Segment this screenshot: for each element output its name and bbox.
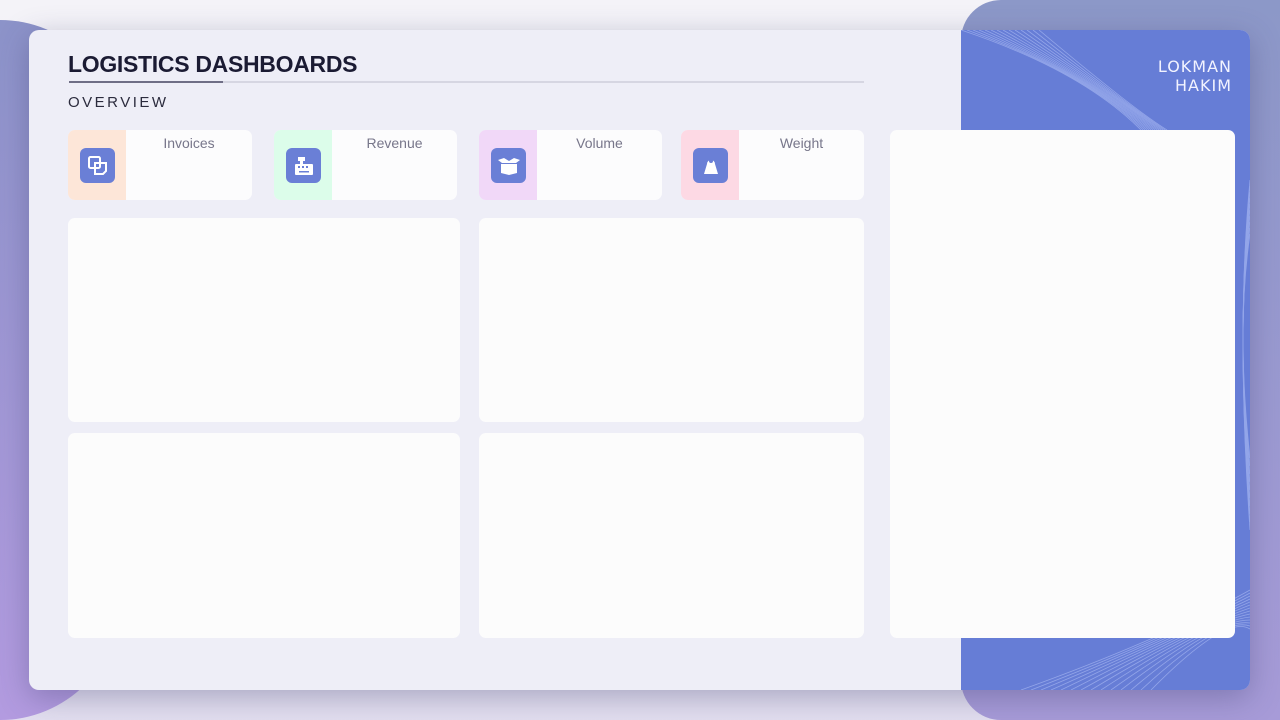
brand-line-2: HAKIM xyxy=(1175,76,1232,95)
kpi-label: Weight xyxy=(779,135,824,151)
kpi-label: Revenue xyxy=(366,135,423,151)
kpi-label: Invoices xyxy=(163,135,215,151)
chart-panel-4 xyxy=(479,433,864,638)
side-panel xyxy=(890,130,1235,638)
chart-panel-2 xyxy=(479,218,864,422)
chart-panel-3 xyxy=(68,433,460,638)
section-subtitle: OVERVIEW xyxy=(68,94,169,111)
invoice-copy-icon xyxy=(80,148,115,183)
weight-icon xyxy=(693,148,728,183)
chart-panel-1 xyxy=(68,218,460,422)
kpi-card-invoices[interactable]: Invoices xyxy=(68,130,252,200)
kpi-card-volume[interactable]: Volume xyxy=(479,130,662,200)
cash-register-icon xyxy=(286,148,321,183)
divider-accent xyxy=(69,81,223,83)
kpi-card-weight[interactable]: Weight xyxy=(681,130,864,200)
kpi-card-revenue[interactable]: Revenue xyxy=(274,130,457,200)
kpi-label: Volume xyxy=(576,135,623,151)
dashboard-card: LOKMAN HAKIM LOGISTICS DASHBOARDS OVERVI… xyxy=(29,30,1250,690)
open-box-icon xyxy=(491,148,526,183)
page-title: LOGISTICS DASHBOARDS xyxy=(68,51,358,77)
brand-line-1: LOKMAN xyxy=(1157,57,1232,76)
brand-name: LOKMAN HAKIM xyxy=(1158,57,1232,95)
